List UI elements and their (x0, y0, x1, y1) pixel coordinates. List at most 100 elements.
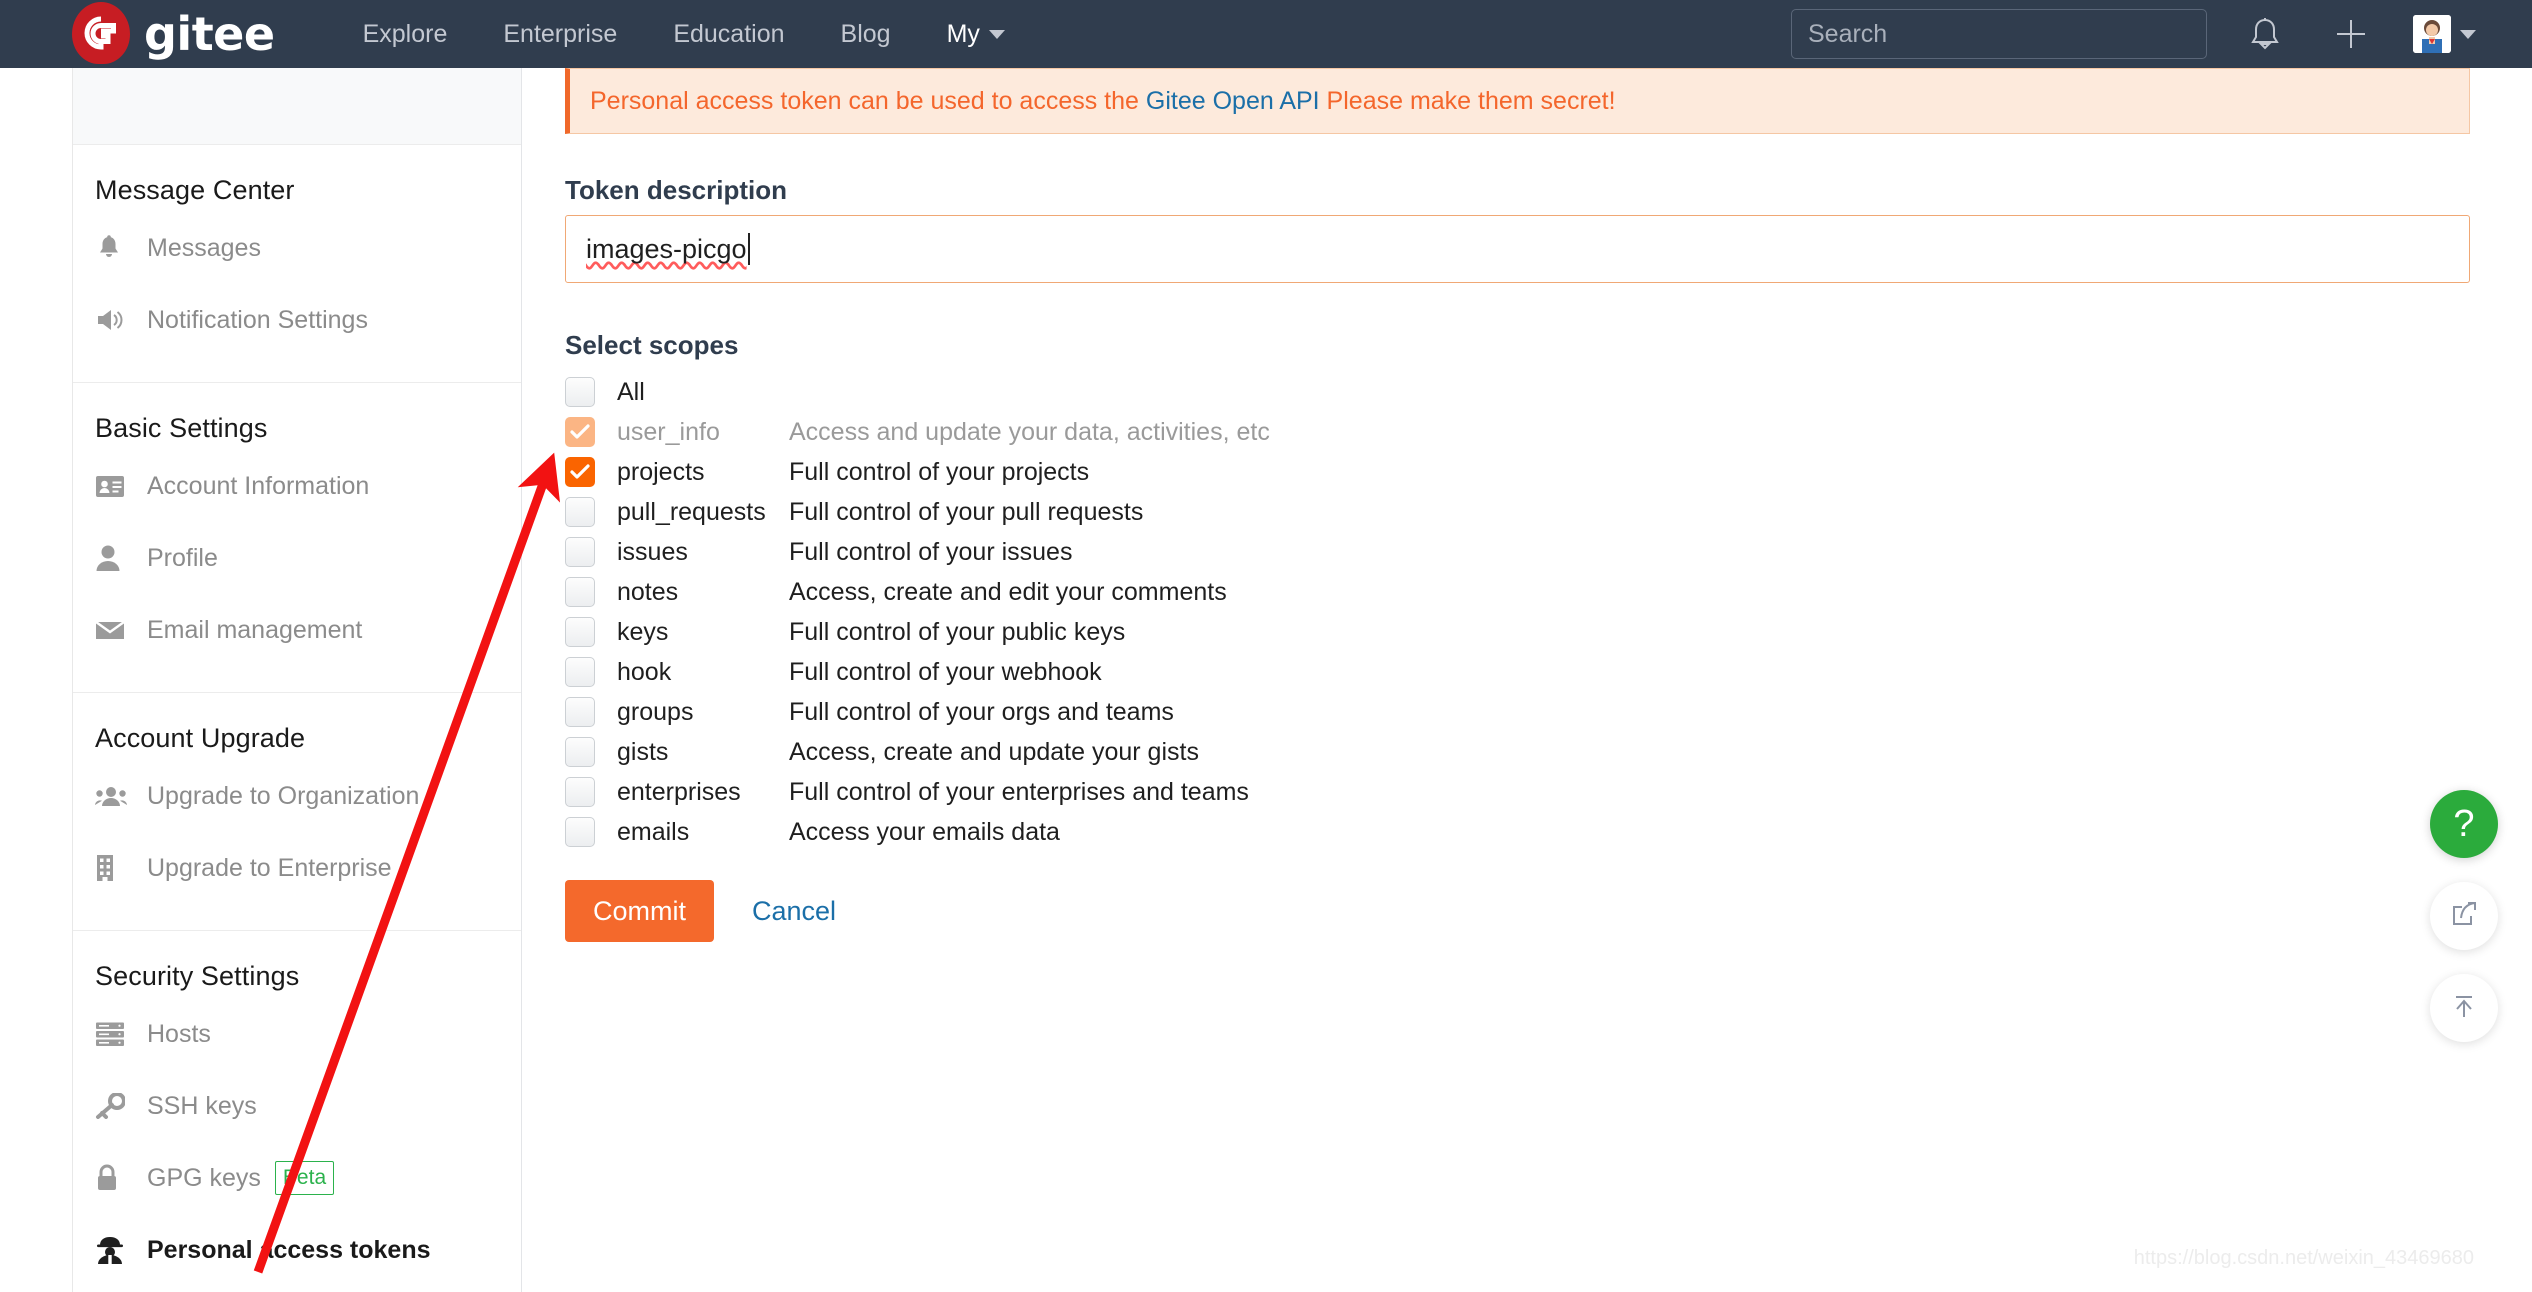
sidebar-item-ssh-keys[interactable]: SSH keys (73, 1070, 521, 1142)
scope-description: Full control of your webhook (789, 657, 1102, 686)
sidebar-item-label: Notification Settings (147, 305, 368, 334)
sidebar-item-label: Hosts (147, 1019, 211, 1048)
scope-checkbox-user_info (565, 417, 595, 447)
brand[interactable]: gitee (72, 2, 275, 64)
sidebar-item-hosts[interactable]: Hosts (73, 998, 521, 1070)
sidebar-item-profile[interactable]: Profile (73, 522, 521, 594)
sidebar-item-label: Email management (147, 615, 363, 644)
scope-row: emails Access your emails data (565, 812, 1965, 852)
scope-name: hook (617, 657, 672, 686)
sidebar-section-title: Basic Settings (95, 413, 268, 443)
nav-link-explore[interactable]: Explore (335, 20, 476, 49)
scope-name: gists (617, 737, 669, 766)
share-button[interactable] (2430, 882, 2498, 950)
avatar[interactable] (2413, 15, 2476, 53)
key-icon (95, 1091, 129, 1121)
watermark: https://blog.csdn.net/weixin_43469680 (2133, 1247, 2474, 1269)
sidebar-item-gpg-keys[interactable]: GPG keys Beta (73, 1142, 521, 1214)
text-caret (747, 233, 750, 265)
sidebar-item-label: Upgrade to Organization (147, 781, 420, 810)
scope-checkbox-gists[interactable] (565, 737, 595, 767)
commit-button[interactable]: Commit (565, 880, 714, 942)
sidebar-section: Message Center Messages Notification Setti… (73, 145, 521, 383)
token-description-input[interactable]: images-picgo (565, 215, 2470, 283)
nav-link-education[interactable]: Education (645, 20, 812, 49)
scope-row: gists Access, create and update your gist… (565, 732, 1965, 772)
scope-description: Access and update your data, activities,… (789, 417, 1270, 446)
nav-link-blog[interactable]: Blog (813, 20, 919, 49)
scope-name: enterprises (617, 777, 741, 806)
token-warning-text: Personal access token can be used to acc… (570, 87, 1616, 116)
token-description-value: images-picgo (586, 233, 747, 264)
scope-row: groups Full control of your orgs and team… (565, 692, 1965, 732)
search-input[interactable] (1791, 9, 2207, 59)
bell-icon (95, 233, 129, 263)
lock-icon (95, 1163, 129, 1193)
primary-nav: Explore Enterprise Education Blog My (335, 20, 1033, 49)
scope-name: issues (617, 537, 688, 566)
cancel-button[interactable]: Cancel (752, 896, 836, 927)
nav-link-enterprise[interactable]: Enterprise (475, 20, 645, 49)
scroll-to-top-icon (2449, 991, 2479, 1026)
scope-checkbox-issues[interactable] (565, 537, 595, 567)
scope-row: issues Full control of your issues (565, 532, 1965, 572)
scope-checkbox-All[interactable] (565, 377, 595, 407)
nav-link-label: Education (673, 19, 785, 48)
sidebar-item-label: GPG keys (147, 1163, 261, 1192)
chevron-down-icon (988, 29, 1005, 39)
select-scopes-label: Select scopes (565, 330, 739, 360)
token-warning-text-after: Please make them secret! (1319, 86, 1616, 115)
scope-checkbox-pull_requests[interactable] (565, 497, 595, 527)
sidebar-section-title: Security Settings (95, 961, 300, 991)
scope-row: hook Full control of your webhook (565, 652, 1965, 692)
scope-row: All (565, 372, 1965, 412)
scope-checkbox-keys[interactable] (565, 617, 595, 647)
server-icon (95, 1019, 129, 1049)
scope-checkbox-notes[interactable] (565, 577, 595, 607)
sidebar-item-label: Messages (147, 233, 261, 262)
scope-description: Access your emails data (789, 817, 1060, 846)
help-button[interactable]: ? (2430, 790, 2498, 858)
sidebar-item-messages[interactable]: Messages (73, 212, 521, 284)
scope-name: pull_requests (617, 497, 766, 526)
scope-row: user_info Access and update your data, ac… (565, 412, 1965, 452)
nav-link-label: My (946, 19, 980, 48)
nav-link-label: Explore (362, 19, 448, 48)
scope-row: keys Full control of your public keys (565, 612, 1965, 652)
scope-checkbox-projects[interactable] (565, 457, 595, 487)
plus-icon[interactable] (2323, 6, 2379, 62)
scope-row: pull_requests Full control of your pull r… (565, 492, 1965, 532)
scope-name: All (617, 377, 645, 406)
gitee-logo-icon (72, 2, 130, 64)
floating-action-stack: ? (2430, 790, 2498, 1066)
nav-link-my[interactable]: My (919, 20, 1033, 49)
spy-icon (95, 1235, 129, 1265)
scroll-to-top-button[interactable] (2430, 974, 2498, 1042)
sidebar-item-account-information[interactable]: Account Information (73, 450, 521, 522)
scope-checkbox-emails[interactable] (565, 817, 595, 847)
scope-checkbox-enterprises[interactable] (565, 777, 595, 807)
scope-name: emails (617, 817, 690, 846)
scope-name: notes (617, 577, 679, 606)
sidebar-item-label: Upgrade to Enterprise (147, 853, 392, 882)
gitee-open-api-link[interactable]: Gitee Open API (1146, 87, 1320, 115)
sidebar-item-personal-access-tokens[interactable]: Personal access tokens (73, 1214, 521, 1286)
people-group-icon (95, 781, 129, 811)
sidebar-item-email-management[interactable]: Email management (73, 594, 521, 666)
sidebar-item-notification-settings[interactable]: Notification Settings (73, 284, 521, 356)
form-actions: Commit Cancel (565, 880, 836, 942)
nav-link-label: Blog (840, 19, 891, 48)
id-card-icon (95, 471, 129, 501)
megaphone-icon (95, 305, 129, 335)
scope-checkbox-groups[interactable] (565, 697, 595, 727)
question-mark-icon: ? (2453, 803, 2475, 845)
sidebar-item-upgrade-to-organization[interactable]: Upgrade to Organization (73, 760, 521, 832)
sidebar-section-title: Message Center (95, 175, 295, 205)
scopes-list: All user_info Access and update your data,… (565, 372, 1965, 852)
sidebar-item-label: Profile (147, 543, 218, 572)
sidebar-item-upgrade-to-enterprise[interactable]: Upgrade to Enterprise (73, 832, 521, 904)
bell-icon[interactable] (2237, 6, 2293, 62)
scope-checkbox-hook[interactable] (565, 657, 595, 687)
scope-name: groups (617, 697, 694, 726)
scope-description: Full control of your projects (789, 457, 1090, 486)
